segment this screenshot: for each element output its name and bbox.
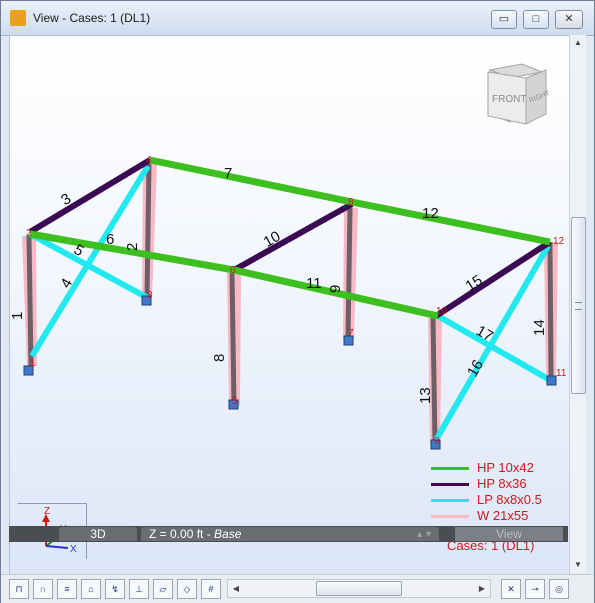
tab-3d[interactable]: 3D [59,527,137,541]
scroll-left-icon[interactable]: ◀ [228,580,244,597]
node-label-4: 4 [146,155,152,166]
view-bottom-bar: 3D Z = 0.00 ft - Base ▲▼ View [9,526,568,542]
node-label-8: 8 [348,197,354,208]
load-tool-icon[interactable]: ↯ [105,579,125,599]
node-label-2: 2 [26,228,32,239]
legend-item: HP 8x36 [431,476,569,493]
braces [28,164,552,442]
member-label-2: 2 [124,243,141,251]
member-label-14: 14 [531,319,548,336]
column-9-core [345,207,353,339]
viewcube-front-label: FRONT [492,94,526,105]
column-14-core [547,241,554,377]
minimize-button[interactable]: ▭ [491,10,517,29]
hide-tool-icon[interactable]: ✕ [501,579,521,599]
horizontal-scroll-thumb[interactable] [316,581,402,596]
x-axis-label: X [70,544,77,555]
beam-tool-icon[interactable]: ≡ [57,579,77,599]
member-label-6: 6 [106,231,114,248]
view-button[interactable]: View [455,527,563,541]
node-label-9: 9 [434,436,440,447]
horizontal-scrollbar[interactable]: ◀ ▶ [227,579,491,598]
vertical-scrollbar[interactable]: ▲ ▼ [569,35,586,573]
node-label-1: 1 [30,358,36,369]
plate-tool-icon[interactable]: ▱ [153,579,173,599]
bottom-toolbar: ⊓ ∩ ≡ ⌂ ↯ ⊥ ▱ ◇ # ◀ ▶ ✕ ⊸ ◎ [1,574,594,603]
member-label-8: 8 [211,354,228,362]
legend-swatch [431,483,469,486]
member-label-13: 13 [417,387,434,404]
node-label-7: 7 [348,328,354,339]
brace-16[interactable] [433,244,551,442]
level-separator: - [203,527,215,541]
brace-tool-icon[interactable]: ⊥ [129,579,149,599]
beam-12[interactable] [351,198,551,246]
support-11[interactable] [546,375,557,386]
scroll-right-icon[interactable]: ▶ [474,580,490,597]
node-label-10: 10 [436,306,448,317]
close-button[interactable]: ✕ [555,10,583,29]
frame-tool-icon[interactable]: ∩ [33,579,53,599]
legend-label: HP 8x36 [477,476,527,491]
node-label-6: 6 [230,265,236,276]
node-labels: 1 2 3 4 5 6 7 8 9 10 11 12 [26,155,567,447]
legend-item: LP 8x8x0.5 [431,492,569,509]
beam-7[interactable] [149,156,353,206]
level-value: Z = 0.00 ft [149,527,204,541]
legend-label: W 21x55 [477,508,529,523]
legend-label: HP 10x42 [477,460,534,475]
level-arrows-icon[interactable]: ▲▼ [407,527,433,541]
x-axis-line [45,545,69,549]
legend-item: W 21x55 [431,508,569,525]
scroll-up-icon[interactable]: ▲ [570,35,586,51]
column-2-core [144,163,152,299]
scroll-grip-icon [575,302,582,310]
title-bar[interactable]: View - Cases: 1 (DL1) ▭ □ ✕ [1,1,594,36]
scroll-down-icon[interactable]: ▼ [570,557,586,573]
display-options-icon[interactable]: ◎ [549,579,569,599]
app-logo-icon [10,10,26,26]
column-13-core [430,317,438,443]
level-selector[interactable]: Z = 0.00 ft - Base ▲▼ [141,527,439,541]
legend-swatch [431,467,469,470]
view-window: View - Cases: 1 (DL1) ▭ □ ✕ 1 2 3 4 5 6 … [0,0,595,603]
node-label-11: 11 [556,368,567,379]
legend-swatch [431,499,469,502]
window-title: View - Cases: 1 (DL1) [33,11,151,25]
legend: HP 10x42 HP 8x36 LP 8x8x0.5 W 21x55 [431,460,569,525]
member-labels: 1 2 3 4 5 6 7 8 9 10 11 12 13 14 15 16 1… [10,165,548,404]
column-1-core [26,235,34,367]
member-label-7: 7 [224,165,232,182]
node-label-5: 5 [232,396,238,407]
area-tool-icon[interactable]: ◇ [177,579,197,599]
member-label-12: 12 [422,205,439,222]
level-name: Base [214,527,242,541]
node-label-12: 12 [553,236,565,247]
legend-label: LP 8x8x0.5 [477,492,542,507]
beam-15[interactable] [434,239,552,319]
slab-tool-icon[interactable]: ⌂ [81,579,101,599]
member-label-9: 9 [327,285,344,293]
member-label-11: 11 [306,275,322,292]
column-8-core [229,271,237,407]
member-label-1: 1 [10,312,26,320]
column-tool-icon[interactable]: ⊓ [9,579,29,599]
columns [22,162,558,443]
maximize-button[interactable]: □ [523,10,549,29]
link-tool-icon[interactable]: ⊸ [525,579,545,599]
member-label-4: 4 [57,275,76,291]
legend-swatch [431,515,469,518]
legend-item: HP 10x42 [431,460,569,477]
vertical-scroll-thumb[interactable] [571,217,586,394]
view-cube[interactable]: FRONT RIGHT [480,56,552,128]
beam-10[interactable] [232,201,354,273]
z-axis-label: Z [44,506,50,517]
node-label-3: 3 [147,290,153,301]
numbering-tool-icon[interactable]: # [201,579,221,599]
member-label-15: 15 [462,272,485,295]
model-viewport[interactable]: 1 2 3 4 5 6 7 8 9 10 11 12 13 14 15 16 1… [9,35,570,575]
